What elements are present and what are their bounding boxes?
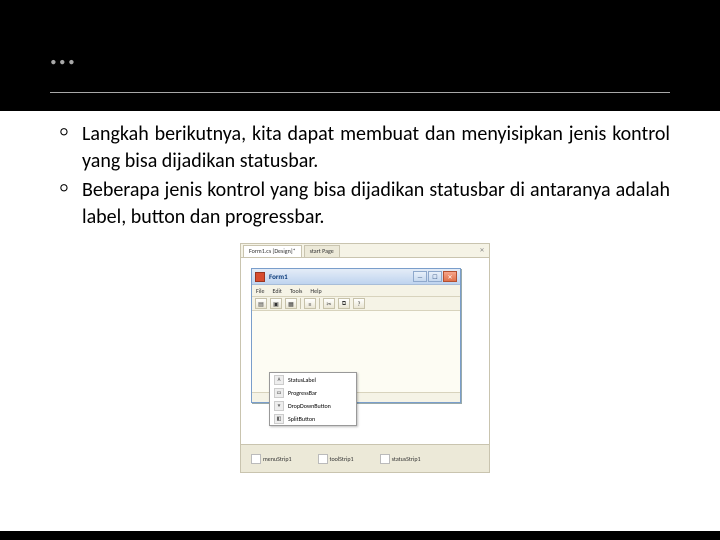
tray-menustrip[interactable]: menuStrip1 xyxy=(251,454,292,464)
design-surface: Form1 — ☐ ✕ File Edit Tools Help xyxy=(241,258,489,444)
tool-print-button[interactable]: ≡ xyxy=(304,298,316,309)
menu-file[interactable]: File xyxy=(256,287,265,295)
tool-save-button[interactable]: ▦ xyxy=(285,298,297,309)
menu-item-label: ProgressBar xyxy=(288,389,317,397)
cut-icon: ✂ xyxy=(326,300,331,308)
folder-icon: ▣ xyxy=(273,300,279,308)
tray-label: toolStrip1 xyxy=(330,455,354,463)
tool-open-button[interactable]: ▣ xyxy=(270,298,282,309)
tool-new-button[interactable]: ▤ xyxy=(255,298,267,309)
splitbutton-icon: ◧ xyxy=(274,414,284,424)
copy-icon: ⧉ xyxy=(342,299,346,308)
menu-item-label: StatusLabel xyxy=(288,376,316,384)
tray-label: menuStrip1 xyxy=(263,455,292,463)
menu-item-splitbutton[interactable]: ◧ SplitButton xyxy=(270,412,356,425)
component-tray: menuStrip1 toolStrip1 statusStrip1 xyxy=(241,444,489,472)
tray-statusstrip[interactable]: statusStrip1 xyxy=(380,454,421,464)
separator xyxy=(300,298,301,309)
print-icon: ≡ xyxy=(309,300,312,308)
form-titlebar: Form1 — ☐ ✕ xyxy=(252,269,460,285)
component-icon xyxy=(251,454,261,464)
help-icon: ? xyxy=(358,300,361,308)
close-button[interactable]: ✕ xyxy=(443,271,457,282)
slide-body: Langkah berikutnya, kita dapat membuat d… xyxy=(0,111,720,531)
menu-item-dropdownbutton[interactable]: ▾ DropDownButton xyxy=(270,399,356,412)
file-icon: ▤ xyxy=(258,300,264,308)
component-icon xyxy=(380,454,390,464)
divider xyxy=(50,92,670,93)
form-title: Form1 xyxy=(269,272,288,281)
context-menu: A StatusLabel ▭ ProgressBar ▾ DropDownBu… xyxy=(269,372,357,426)
minimize-button[interactable]: — xyxy=(413,271,427,282)
menu-item-statuslabel[interactable]: A StatusLabel xyxy=(270,373,356,386)
separator xyxy=(319,298,320,309)
tray-label: statusStrip1 xyxy=(392,455,421,463)
bullet-list: Langkah berikutnya, kita dapat membuat d… xyxy=(60,121,670,231)
dropdown-icon: ▾ xyxy=(274,401,284,411)
menu-tools[interactable]: Tools xyxy=(290,287,302,295)
bullet-item: Beberapa jenis kontrol yang bisa dijadik… xyxy=(60,177,670,231)
tool-help-button[interactable]: ? xyxy=(353,298,365,309)
menu-item-progressbar[interactable]: ▭ ProgressBar xyxy=(270,386,356,399)
component-icon xyxy=(318,454,328,464)
close-icon[interactable]: ✕ xyxy=(477,245,487,255)
slide-title: … xyxy=(50,30,670,74)
bullet-item: Langkah berikutnya, kita dapat membuat d… xyxy=(60,121,670,175)
save-icon: ▦ xyxy=(288,300,294,308)
maximize-button[interactable]: ☐ xyxy=(428,271,442,282)
menu-help[interactable]: Help xyxy=(310,287,321,295)
tool-cut-button[interactable]: ✂ xyxy=(323,298,335,309)
tab-form-design[interactable]: Form1.cs [Design]* xyxy=(243,245,302,257)
label-icon: A xyxy=(274,375,284,385)
menu-item-label: DropDownButton xyxy=(288,402,331,410)
menu-item-label: SplitButton xyxy=(288,415,315,423)
tool-copy-button[interactable]: ⧉ xyxy=(338,298,350,309)
toolstrip: ▤ ▣ ▦ ≡ ✂ ⧉ ? xyxy=(252,297,460,311)
form-icon xyxy=(255,272,265,282)
menustrip: File Edit Tools Help xyxy=(252,285,460,297)
menu-edit[interactable]: Edit xyxy=(273,287,282,295)
ide-tabstrip: Form1.cs [Design]* start Page ✕ xyxy=(241,244,489,258)
progressbar-icon: ▭ xyxy=(274,388,284,398)
tab-start-page[interactable]: start Page xyxy=(304,245,340,257)
ide-screenshot: Form1.cs [Design]* start Page ✕ Form1 — … xyxy=(240,243,490,473)
tray-toolstrip[interactable]: toolStrip1 xyxy=(318,454,354,464)
